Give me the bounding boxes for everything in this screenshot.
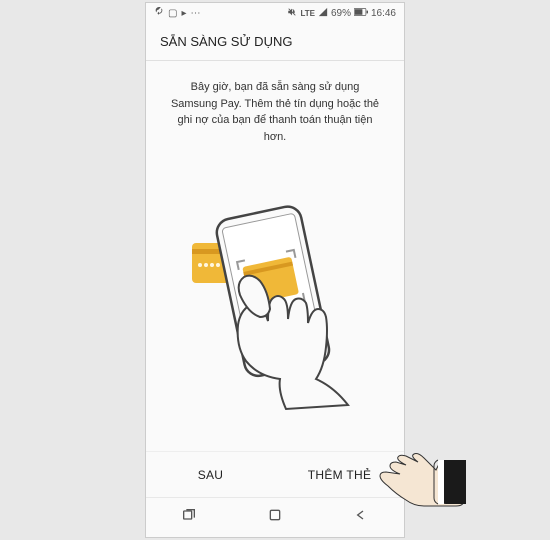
play-icon: ▸ <box>181 8 186 19</box>
button-row: SAU THÊM THẺ <box>146 451 404 497</box>
more-icon: ⋯ <box>190 8 200 19</box>
lte-icon: LTE <box>300 9 315 18</box>
battery-icon <box>354 8 368 19</box>
signal-icon <box>318 7 328 20</box>
recents-button[interactable] <box>181 507 197 528</box>
body-text: Bây giờ, bạn đã sẵn sàng sử dụng Samsung… <box>166 79 384 145</box>
clock: 16:46 <box>371 8 396 19</box>
onboarding-illustration <box>180 191 370 411</box>
back-button[interactable] <box>353 507 369 528</box>
status-bar: ▢ ▸ ⋯ LTE 69% 16:46 <box>146 3 404 23</box>
page-title: SẴN SÀNG SỬ DỤNG <box>160 34 292 49</box>
mute-icon <box>287 7 297 20</box>
tutorial-pointer-hand-icon <box>376 450 466 510</box>
home-button[interactable] <box>267 507 283 528</box>
main-content: Bây giờ, bạn đã sẵn sàng sử dụng Samsung… <box>146 61 404 471</box>
phone-screen: ▢ ▸ ⋯ LTE 69% 16:46 SẴN SÀNG SỬ DỤNG Bây… <box>145 2 405 538</box>
battery-text: 69% <box>331 8 351 19</box>
square-icon: ▢ <box>168 8 177 19</box>
page-header: SẴN SÀNG SỬ DỤNG <box>146 23 404 61</box>
rotation-lock-icon <box>154 7 164 20</box>
android-nav-bar <box>146 497 404 537</box>
later-button[interactable]: SAU <box>146 452 275 497</box>
